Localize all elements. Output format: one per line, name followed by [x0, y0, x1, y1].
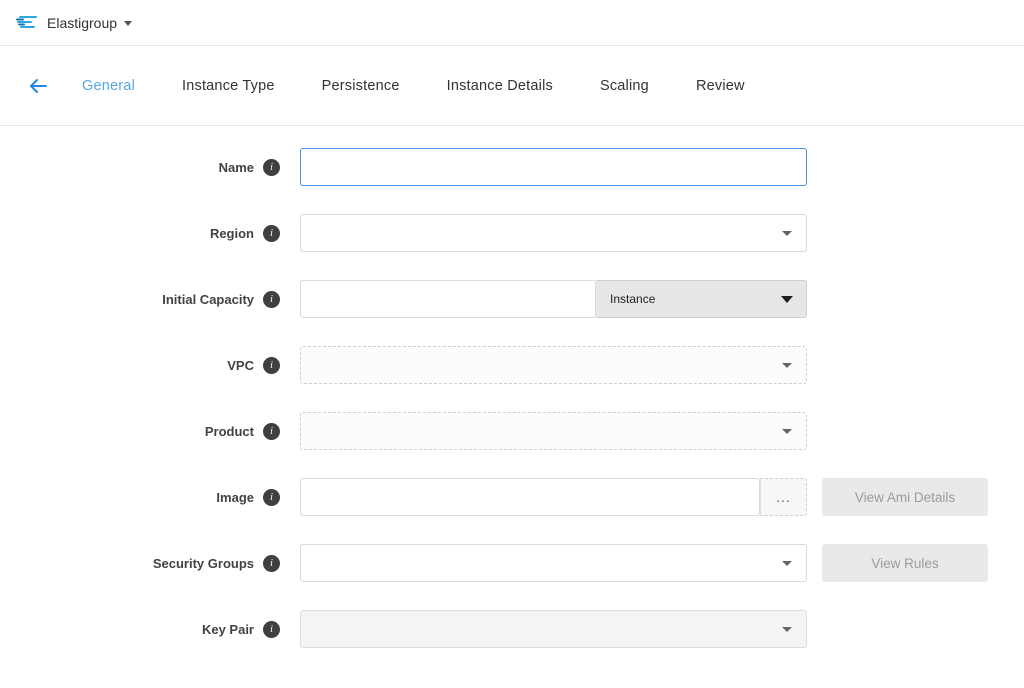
form-row-security-groups: Security Groups i View Rules [0, 544, 1024, 582]
name-info-icon[interactable]: i [263, 159, 280, 176]
product-label: Product [205, 424, 254, 439]
image-input[interactable] [300, 478, 760, 516]
app-header: Elastigroup [0, 0, 1024, 46]
general-form: Name i Region i Initial Capacity i Insta… [0, 126, 1024, 648]
image-label: Image [216, 490, 254, 505]
security-groups-label: Security Groups [153, 556, 254, 571]
region-label: Region [210, 226, 254, 241]
form-row-name: Name i [0, 148, 1024, 186]
form-row-key-pair: Key Pair i [0, 610, 1024, 648]
tab-instance-type[interactable]: Instance Type [182, 78, 275, 94]
tab-general[interactable]: General [82, 78, 135, 94]
image-info-icon[interactable]: i [263, 489, 280, 506]
tab-review[interactable]: Review [696, 78, 745, 94]
form-row-initial-capacity: Initial Capacity i Instance [0, 280, 1024, 318]
vpc-select[interactable] [300, 346, 807, 384]
form-row-region: Region i [0, 214, 1024, 252]
chevron-down-icon [782, 561, 792, 566]
security-groups-info-icon[interactable]: i [263, 555, 280, 572]
key-pair-info-icon[interactable]: i [263, 621, 280, 638]
form-row-vpc: VPC i [0, 346, 1024, 384]
tab-persistence[interactable]: Persistence [322, 78, 400, 94]
region-select[interactable] [300, 214, 807, 252]
chevron-down-icon [782, 363, 792, 368]
key-pair-label: Key Pair [202, 622, 254, 637]
chevron-down-icon [781, 296, 793, 303]
chevron-down-icon [782, 429, 792, 434]
chevron-down-icon [782, 627, 792, 632]
form-row-image: Image i ... View Ami Details [0, 478, 1024, 516]
view-ami-details-button[interactable]: View Ami Details [822, 478, 988, 516]
vpc-label: VPC [227, 358, 254, 373]
chevron-down-icon [782, 231, 792, 236]
chevron-down-icon[interactable] [124, 21, 132, 26]
tab-scaling[interactable]: Scaling [600, 78, 649, 94]
security-groups-select[interactable] [300, 544, 807, 582]
view-rules-button[interactable]: View Rules [822, 544, 988, 582]
key-pair-select[interactable] [300, 610, 807, 648]
product-info-icon[interactable]: i [263, 423, 280, 440]
capacity-unit-value: Instance [610, 292, 655, 306]
product-select[interactable] [300, 412, 807, 450]
image-browse-button[interactable]: ... [760, 478, 807, 516]
name-label: Name [219, 160, 254, 175]
back-arrow-icon[interactable] [28, 78, 48, 94]
app-switcher[interactable]: Elastigroup [47, 15, 117, 31]
name-input[interactable] [300, 148, 807, 186]
capacity-unit-select[interactable]: Instance [596, 280, 807, 318]
form-row-product: Product i [0, 412, 1024, 450]
tab-instance-details[interactable]: Instance Details [447, 78, 553, 94]
elastigroup-logo-icon [16, 13, 40, 33]
wizard-tabbar: General Instance Type Persistence Instan… [0, 46, 1024, 126]
vpc-info-icon[interactable]: i [263, 357, 280, 374]
wizard-tabs: General Instance Type Persistence Instan… [82, 78, 792, 94]
initial-capacity-input[interactable] [300, 280, 596, 318]
initial-capacity-label: Initial Capacity [162, 292, 254, 307]
initial-capacity-info-icon[interactable]: i [263, 291, 280, 308]
region-info-icon[interactable]: i [263, 225, 280, 242]
